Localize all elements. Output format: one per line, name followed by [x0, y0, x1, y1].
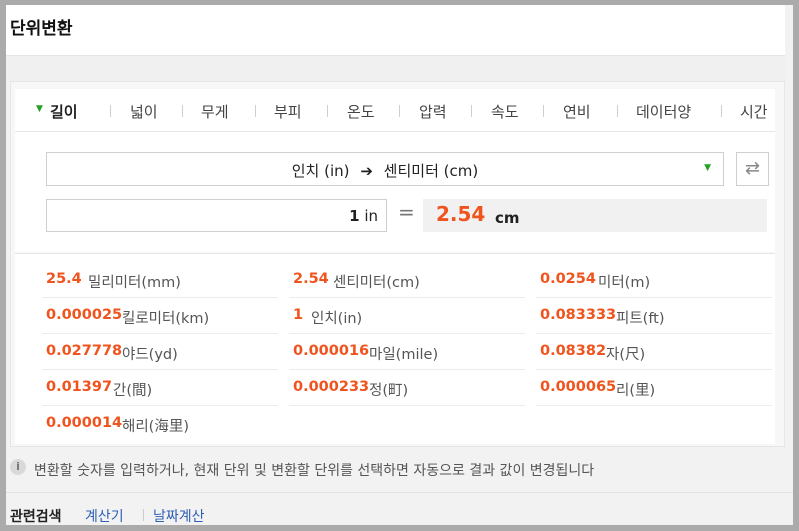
tab-pressure[interactable]: 압력	[419, 101, 447, 122]
conversion-unit: 밀리미터(mm)	[88, 275, 181, 291]
to-unit-label: 센티미터	[383, 162, 439, 180]
tab-divider	[182, 105, 183, 117]
conversion-value: 0.027778	[46, 343, 123, 359]
tab-area[interactable]: 넓이	[130, 101, 158, 122]
list-item: 1 인치(in)	[289, 298, 525, 334]
swap-units-button[interactable]: ⇄	[736, 152, 769, 186]
conversion-unit: 야드(yd)	[122, 347, 178, 363]
related-search-label: 관련검색	[10, 509, 62, 525]
conversion-value: 0.000016	[293, 343, 370, 359]
from-unit-code: (in)	[324, 162, 350, 180]
tab-divider	[110, 105, 111, 117]
list-item: 0.08382 자(尺)	[536, 334, 772, 370]
tab-volume[interactable]: 부피	[274, 101, 302, 122]
conversion-value: 0.000014	[46, 415, 123, 431]
result-unit: cm	[495, 209, 520, 227]
equals-sign: =	[398, 200, 415, 224]
swap-arrows-icon: ⇄	[744, 158, 761, 179]
amount-number: 1	[349, 207, 360, 225]
conversion-unit: 인치(in)	[311, 311, 363, 327]
related-search: 관련검색 계산기 날짜계산	[6, 492, 793, 526]
tab-divider	[617, 105, 618, 117]
conversion-list: 25.4 밀리미터(mm) 2.54 센티미터(cm) 0.0254 미터(m) 0.…	[15, 253, 775, 444]
conversion-value: 25.4	[46, 271, 82, 287]
tab-length[interactable]: ▼ 길이	[36, 101, 78, 122]
conversion-value: 2.54	[293, 271, 329, 287]
triangle-down-icon: ▼	[36, 104, 43, 114]
amount-value: 1 in	[349, 207, 378, 225]
converter-form: 인치 (in) ➔ 센티미터 (cm) ▼ ⇄ 1 in = 2.54 cm	[15, 132, 775, 252]
amount-input[interactable]: 1 in	[46, 199, 387, 232]
conversion-value: 0.000233	[293, 379, 370, 395]
conversion-value: 0.000025	[46, 307, 123, 323]
spacer	[6, 56, 785, 81]
tab-label: 길이	[50, 103, 78, 121]
tab-data-size[interactable]: 데이터양	[636, 101, 691, 122]
conversion-unit: 정(町)	[369, 383, 409, 399]
tab-fuel-efficiency[interactable]: 연비	[563, 101, 591, 122]
tab-divider	[255, 105, 256, 117]
caret-down-icon: ▼	[704, 163, 711, 173]
conversion-unit: 해리(海里)	[122, 419, 189, 435]
list-item: 0.000014 해리(海里)	[42, 406, 278, 441]
tab-time[interactable]: 시간	[740, 101, 768, 122]
related-link-calculator[interactable]: 계산기	[85, 506, 124, 526]
conversion-value: 0.000065	[540, 379, 617, 395]
tab-temperature[interactable]: 온도	[347, 101, 375, 122]
conversion-value: 0.08382	[540, 343, 607, 359]
list-item: 0.027778 야드(yd)	[42, 334, 278, 370]
unit-pair-select[interactable]: 인치 (in) ➔ 센티미터 (cm) ▼	[46, 152, 724, 186]
tab-speed[interactable]: 속도	[491, 101, 519, 122]
page-title: 단위변환	[10, 19, 73, 39]
list-item: 0.083333 피트(ft)	[536, 298, 772, 334]
conversion-unit: 센티미터(cm)	[333, 275, 420, 291]
list-item: 2.54 센티미터(cm)	[289, 262, 525, 298]
conversion-unit: 리(里)	[616, 383, 656, 399]
conversion-unit: 피트(ft)	[616, 311, 665, 327]
conversion-value: 0.01397	[46, 379, 113, 395]
related-link-date-calculator[interactable]: 날짜계산	[153, 506, 205, 526]
conversion-unit: 미터(m)	[598, 275, 651, 291]
help-notice: i 변환할 숫자를 입력하거나, 현재 단위 및 변환할 단위를 선택하면 자동…	[6, 454, 785, 490]
title-bar: 단위변환	[6, 5, 785, 56]
conversion-value: 0.0254	[540, 271, 596, 287]
list-item: 0.000065 리(里)	[536, 370, 772, 406]
tab-weight[interactable]: 무게	[201, 101, 229, 122]
result-box: 2.54 cm	[423, 199, 767, 232]
to-unit-code: (cm)	[443, 162, 479, 180]
conversion-unit: 킬로미터(km)	[122, 311, 210, 327]
list-item: 25.4 밀리미터(mm)	[42, 262, 278, 298]
tab-divider	[721, 105, 722, 117]
list-item: 0.000016 마일(mile)	[289, 334, 525, 370]
conversion-unit: 마일(mile)	[369, 347, 439, 363]
arrow-right-icon: ➔	[360, 162, 373, 180]
link-divider	[143, 509, 144, 521]
unit-pair-text: 인치 (in) ➔ 센티미터 (cm)	[47, 160, 723, 181]
list-item: 0.0254 미터(m)	[536, 262, 772, 298]
list-item: 0.000233 정(町)	[289, 370, 525, 406]
amount-unit: in	[364, 207, 378, 225]
list-item: 0.000025 킬로미터(km)	[42, 298, 278, 334]
from-unit-label: 인치	[291, 162, 320, 180]
info-icon: i	[10, 459, 26, 475]
tab-divider	[471, 105, 472, 117]
conversion-unit: 간(間)	[113, 383, 153, 399]
list-item: 0.01397 간(間)	[42, 370, 278, 406]
category-tabs: ▼ 길이 넓이 무게 부피 온도 압력 속도 연비 데이터양 시간	[15, 89, 775, 132]
help-text: 변환할 숫자를 입력하거나, 현재 단위 및 변환할 단위를 선택하면 자동으로…	[34, 463, 595, 479]
conversion-value: 1	[293, 307, 304, 323]
tab-divider	[399, 105, 400, 117]
converter-panel: ▼ 길이 넓이 무게 부피 온도 압력 속도 연비 데이터양 시간 인치 (in…	[10, 81, 785, 447]
conversion-value: 0.083333	[540, 307, 617, 323]
conversion-unit: 자(尺)	[606, 347, 646, 363]
result-value: 2.54	[436, 202, 486, 226]
unit-converter-widget: 단위변환 ▼ 길이 넓이 무게 부피 온도 압력 속도 연비 데이터양 시간 인…	[6, 5, 793, 525]
tab-divider	[327, 105, 328, 117]
tab-divider	[543, 105, 544, 117]
